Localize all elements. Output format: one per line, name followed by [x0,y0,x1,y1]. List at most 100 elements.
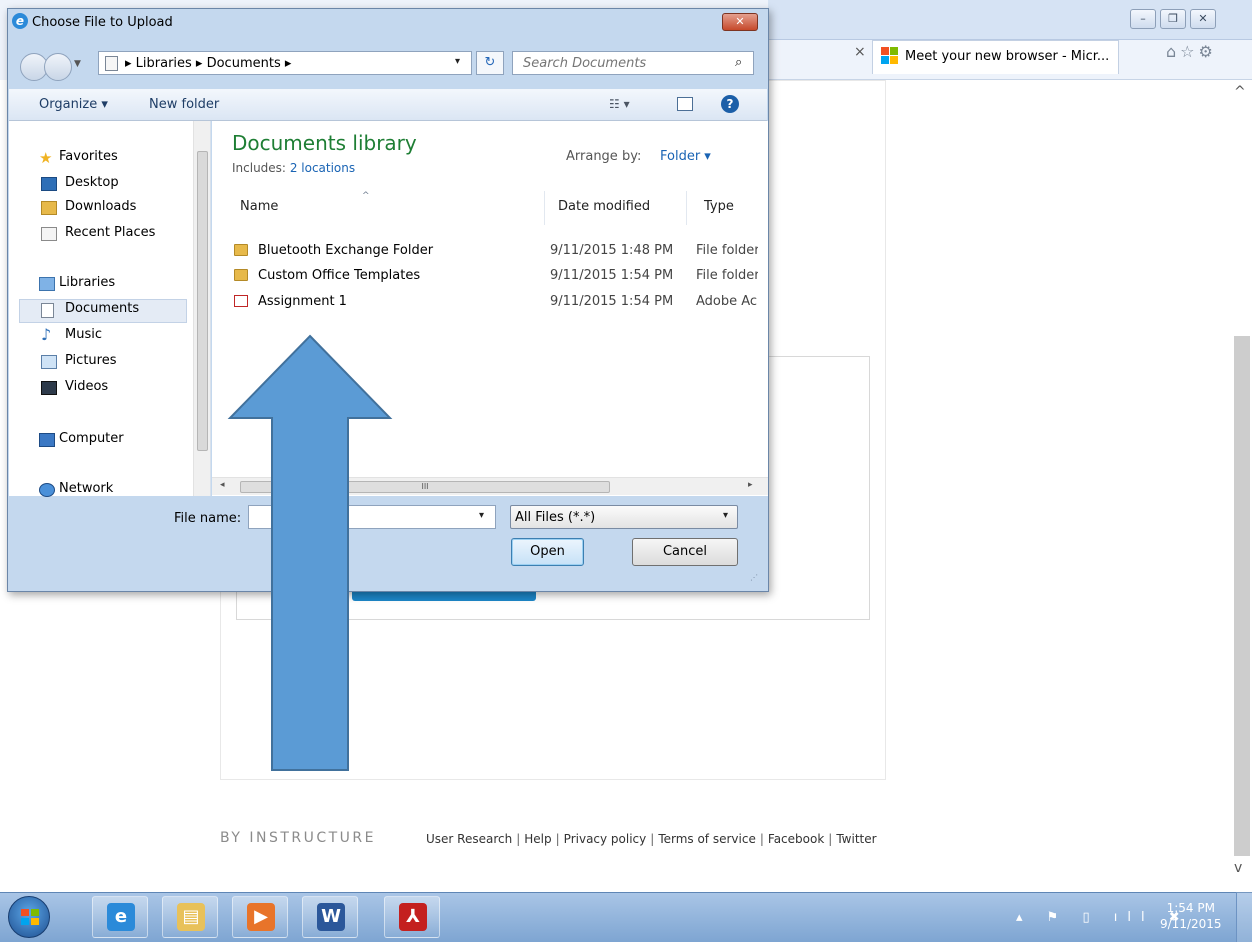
column-header-name[interactable]: Name [240,199,278,214]
address-dropdown-icon[interactable]: ▾ [455,56,460,67]
home-favorites-settings-icons[interactable]: ⌂☆⚙ [1166,42,1217,61]
taskbar-word[interactable]: W [302,896,358,938]
taskbar-media-player[interactable]: ▶ [232,896,288,938]
search-box[interactable]: ⌕ [512,51,754,75]
locations-link[interactable]: 2 locations [290,161,355,175]
file-name: Assignment 1 [258,294,347,309]
nav-item-music[interactable]: Music [65,327,102,342]
pictures-icon [41,355,57,369]
refresh-button[interactable]: ↻ [476,51,504,75]
arrange-by-dropdown[interactable]: Folder ▾ [660,149,711,164]
footer-links: User Research | Help | Privacy policy | Terms … [426,832,877,846]
taskbar-internet-explorer[interactable]: e [92,896,148,938]
taskbar-acrobat[interactable]: ⅄ [384,896,440,938]
file-row[interactable]: Bluetooth Exchange Folder 9/11/2015 1:48… [232,241,762,263]
footer-link-privacy[interactable]: Privacy policy [564,832,647,846]
scroll-up-arrow-icon[interactable]: ^ [1234,84,1246,100]
column-header-type[interactable]: Type [704,199,734,214]
scroll-down-arrow-icon[interactable]: v [1234,860,1242,876]
start-button[interactable] [8,896,50,938]
scroll-right-arrow-icon[interactable]: ▸ [748,480,753,490]
desktop-icon [41,177,57,191]
dialog-title: Choose File to Upload [32,15,173,30]
column-divider[interactable] [544,191,545,225]
address-bar[interactable]: ▸ Libraries ▸ Documents ▸ ▾ [98,51,472,75]
nav-item-desktop[interactable]: Desktop [65,175,119,190]
scroll-left-arrow-icon[interactable]: ◂ [220,480,225,490]
file-row[interactable]: Custom Office Templates 9/11/2015 1:54 P… [232,266,762,288]
footer-link-help[interactable]: Help [524,832,551,846]
organize-menu[interactable]: Organize ▾ [39,97,108,112]
file-name: Bluetooth Exchange Folder [258,243,434,258]
footer-separator: | [516,832,521,846]
cancel-button[interactable]: Cancel [632,538,738,566]
dialog-close-button[interactable]: ✕ [722,13,758,31]
open-button[interactable]: Open [511,538,584,566]
folder-icon [234,244,248,256]
includes-label: Includes: [232,161,286,175]
document-icon [105,56,118,71]
minimize-button[interactable]: – [1130,9,1156,29]
footer-link-facebook[interactable]: Facebook [768,832,824,846]
file-date: 9/11/2015 1:48 PM [550,243,674,258]
footer-link-twitter[interactable]: Twitter [836,832,876,846]
recent-locations-chevron-icon[interactable]: ▼ [74,59,81,69]
clock[interactable]: 1:54 PM 9/11/2015 [1160,900,1222,932]
tab-close-icon[interactable]: × [854,44,866,60]
annotation-up-arrow [227,334,393,771]
file-type-dropdown-icon[interactable]: ▾ [723,510,728,521]
tab-meet-your-new-browser[interactable]: Meet your new browser - Micr... [872,40,1119,74]
help-icon[interactable]: ? [721,95,739,113]
preview-pane-icon[interactable] [677,97,693,111]
show-desktop-button[interactable] [1236,892,1252,942]
documents-icon [41,303,54,318]
clock-time: 1:54 PM [1166,901,1215,915]
nav-item-downloads[interactable]: Downloads [65,199,136,214]
search-icon[interactable]: ⌕ [735,55,742,70]
nav-scrollbar[interactable] [193,121,210,496]
footer-separator: | [828,832,833,846]
tab-label: Meet your new browser - Micr... [905,49,1110,64]
media-player-icon: ▶ [247,903,275,931]
footer-link-terms[interactable]: Terms of service [658,832,756,846]
file-row[interactable]: Assignment 1 9/11/2015 1:54 PM Adobe Ac [232,292,762,314]
restore-button[interactable]: ❐ [1160,9,1186,29]
search-input[interactable] [521,55,721,71]
filename-dropdown-icon[interactable]: ▾ [479,510,484,521]
nav-item-favorites[interactable]: Favorites [59,149,118,164]
new-folder-button[interactable]: New folder [149,97,219,112]
nav-item-documents[interactable]: Documents [65,301,139,316]
nav-item-computer[interactable]: Computer [59,431,124,446]
file-type: File folder [696,268,758,283]
footer-link-user-research[interactable]: User Research [426,832,512,846]
column-divider[interactable] [686,191,687,225]
browser-titlebar: – ❐ ✕ [768,0,1252,40]
breadcrumb[interactable]: ▸ Libraries ▸ Documents ▸ [125,56,291,71]
nav-item-libraries[interactable]: Libraries [59,275,115,290]
nav-scroll-thumb[interactable] [197,151,208,451]
footer-brand: BY INSTRUCTURE [220,830,377,846]
column-header-date[interactable]: Date modified [558,199,650,214]
nav-item-network[interactable]: Network [59,481,113,496]
star-icon: ★ [39,149,53,167]
arrange-by-label: Arrange by: [566,149,642,164]
taskbar-file-explorer[interactable]: ▤ [162,896,218,938]
dialog-toolbar: Organize ▾ New folder ☷ ▾ ? [9,89,767,121]
arrow-shape [227,334,393,771]
internet-explorer-icon: e [12,13,28,29]
forward-button[interactable] [44,53,72,81]
nav-item-pictures[interactable]: Pictures [65,353,116,368]
nav-item-videos[interactable]: Videos [65,379,108,394]
resize-grip-icon[interactable]: ⋰ [750,573,758,582]
file-type-select[interactable]: All Files (*.*) ▾ [510,505,738,529]
change-view-icon[interactable]: ☷ ▾ [609,97,630,111]
nav-item-recent-places[interactable]: Recent Places [65,225,155,240]
footer-separator: | [555,832,560,846]
browser-close-button[interactable]: ✕ [1190,9,1216,29]
page-scrollbar[interactable] [1234,336,1250,856]
microsoft-logo-icon [881,47,899,65]
folder-icon [234,269,248,281]
file-name: Custom Office Templates [258,268,421,283]
clock-date: 9/11/2015 [1160,917,1222,931]
file-type-value: All Files (*.*) [515,510,596,525]
